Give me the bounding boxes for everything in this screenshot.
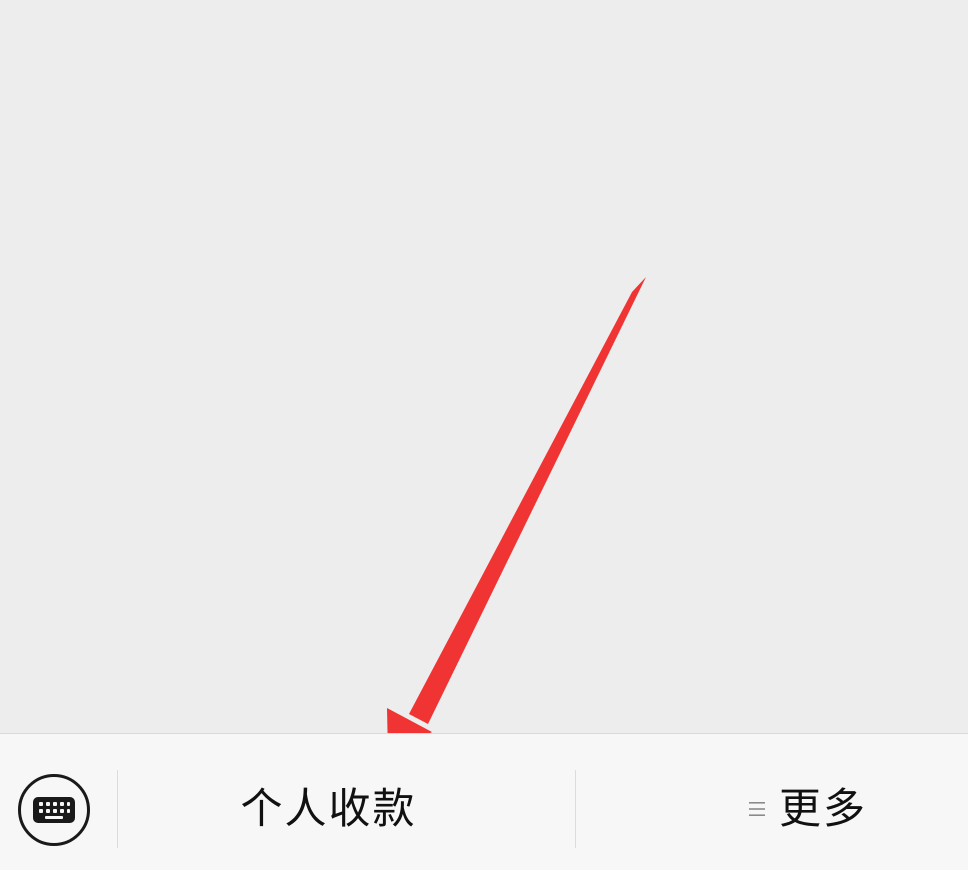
menu-personal-collect-label: 个人收款	[240, 784, 417, 833]
menu-more-button[interactable]: 更多	[576, 770, 968, 848]
menu-personal-collect-button[interactable]: 个人收款	[118, 770, 575, 848]
menu-more-label: 更多	[778, 784, 867, 833]
keyboard-toggle-button[interactable]	[18, 774, 90, 846]
bottom-menu-bar: 个人收款 更多	[0, 733, 968, 870]
keyboard-icon	[33, 797, 75, 823]
chat-message-area	[0, 0, 968, 733]
menu-lines-icon	[748, 802, 765, 816]
